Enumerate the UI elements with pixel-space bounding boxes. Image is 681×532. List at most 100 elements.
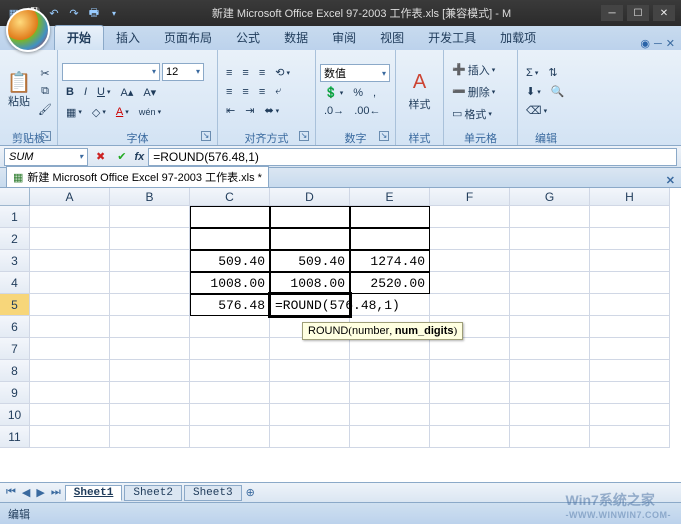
- cell[interactable]: [190, 316, 270, 338]
- undo-icon[interactable]: ↶: [46, 5, 62, 21]
- name-box[interactable]: SUM▾: [4, 148, 88, 166]
- phonetic-button[interactable]: wén▾: [135, 105, 165, 119]
- delete-cells-button[interactable]: ➖删除▾: [448, 82, 513, 102]
- fx-icon[interactable]: fx: [134, 151, 144, 163]
- cell[interactable]: [30, 360, 110, 382]
- cell[interactable]: [190, 206, 270, 228]
- enter-formula-icon[interactable]: ✔: [113, 148, 130, 165]
- column-header[interactable]: A: [30, 188, 110, 206]
- cell[interactable]: =ROUND(576.48,1): [270, 294, 350, 316]
- cell[interactable]: [110, 338, 190, 360]
- orientation-button[interactable]: ⟲▾: [271, 64, 294, 81]
- cell[interactable]: [430, 404, 510, 426]
- cell[interactable]: [590, 426, 670, 448]
- cell[interactable]: [510, 294, 590, 316]
- minimize-button[interactable]: ─: [601, 5, 623, 21]
- close-button[interactable]: ✕: [653, 5, 675, 21]
- cell[interactable]: [30, 228, 110, 250]
- bold-button[interactable]: B: [62, 84, 78, 100]
- cell[interactable]: [510, 272, 590, 294]
- shrink-font-button[interactable]: A▾: [139, 84, 160, 101]
- sheet-tab-3[interactable]: Sheet3: [184, 485, 242, 501]
- increase-indent-button[interactable]: ⇥: [241, 102, 258, 119]
- number-dialog-launcher[interactable]: ↘: [379, 131, 389, 141]
- accounting-format-button[interactable]: 💲▾: [320, 84, 347, 101]
- align-middle-button[interactable]: ≡: [238, 65, 252, 81]
- cell[interactable]: [30, 338, 110, 360]
- sheet-nav-prev-icon[interactable]: ◀: [20, 486, 32, 499]
- column-header[interactable]: F: [430, 188, 510, 206]
- align-right-button[interactable]: ≡: [255, 84, 269, 100]
- cell[interactable]: [430, 338, 510, 360]
- cell[interactable]: [590, 228, 670, 250]
- cell[interactable]: [590, 360, 670, 382]
- cell[interactable]: [430, 426, 510, 448]
- maximize-button[interactable]: ☐: [627, 5, 649, 21]
- format-cells-button[interactable]: ▭格式▾: [448, 104, 513, 124]
- row-header[interactable]: 7: [0, 338, 30, 360]
- tab-layout[interactable]: 页面布局: [152, 26, 224, 50]
- cell[interactable]: [110, 272, 190, 294]
- row-header[interactable]: 3: [0, 250, 30, 272]
- row-header[interactable]: 4: [0, 272, 30, 294]
- cell[interactable]: [430, 382, 510, 404]
- cell[interactable]: [350, 206, 430, 228]
- underline-button[interactable]: U▾: [93, 84, 114, 100]
- row-header[interactable]: 10: [0, 404, 30, 426]
- tab-addins[interactable]: 加载项: [488, 26, 548, 50]
- cell[interactable]: [270, 404, 350, 426]
- cell[interactable]: [350, 382, 430, 404]
- cell[interactable]: [30, 206, 110, 228]
- sheet-nav-last-icon[interactable]: ⏭: [49, 486, 63, 499]
- percent-button[interactable]: %: [349, 85, 367, 101]
- tab-formulas[interactable]: 公式: [224, 26, 272, 50]
- cell[interactable]: [30, 316, 110, 338]
- cell[interactable]: [590, 272, 670, 294]
- cell[interactable]: [510, 316, 590, 338]
- cell[interactable]: [430, 250, 510, 272]
- cell[interactable]: [590, 382, 670, 404]
- font-size-combo[interactable]: 12▾: [162, 63, 204, 81]
- cut-icon[interactable]: ✂: [37, 66, 53, 82]
- row-header[interactable]: 5: [0, 294, 30, 316]
- sheet-tab-1[interactable]: Sheet1: [65, 485, 123, 501]
- copy-icon[interactable]: ⧉: [37, 84, 53, 100]
- cell[interactable]: [350, 228, 430, 250]
- office-button[interactable]: [6, 8, 50, 52]
- doc-close-icon[interactable]: ✕: [666, 37, 675, 50]
- styles-button[interactable]: A 样式: [400, 53, 439, 130]
- cell[interactable]: 2520.00: [350, 272, 430, 294]
- cell[interactable]: [510, 360, 590, 382]
- cell[interactable]: [510, 228, 590, 250]
- column-header[interactable]: G: [510, 188, 590, 206]
- font-family-combo[interactable]: ▾: [62, 63, 160, 81]
- wrap-text-button[interactable]: ⤶: [271, 83, 285, 100]
- cell[interactable]: [430, 206, 510, 228]
- cell[interactable]: [190, 360, 270, 382]
- autosum-button[interactable]: Σ▾: [522, 65, 542, 81]
- cell[interactable]: 509.40: [190, 250, 270, 272]
- number-format-combo[interactable]: 数值▾: [320, 64, 390, 82]
- insert-cells-button[interactable]: ➕插入▾: [448, 60, 513, 80]
- cell[interactable]: [110, 426, 190, 448]
- grow-font-button[interactable]: A▴: [116, 84, 137, 101]
- decrease-decimal-button[interactable]: .00←: [350, 103, 384, 119]
- print-icon[interactable]: 🖶: [86, 5, 102, 21]
- cell[interactable]: [350, 360, 430, 382]
- column-header[interactable]: D: [270, 188, 350, 206]
- row-header[interactable]: 8: [0, 360, 30, 382]
- tab-view[interactable]: 视图: [368, 26, 416, 50]
- cell[interactable]: [270, 382, 350, 404]
- cell[interactable]: [110, 360, 190, 382]
- sheet-nav-first-icon[interactable]: ⏮: [4, 486, 18, 499]
- cell[interactable]: [590, 294, 670, 316]
- cell[interactable]: [590, 316, 670, 338]
- align-top-button[interactable]: ≡: [222, 65, 236, 81]
- ribbon-minimize-icon[interactable]: ─: [654, 38, 662, 50]
- cell[interactable]: [190, 382, 270, 404]
- align-left-button[interactable]: ≡: [222, 84, 236, 100]
- cell[interactable]: [510, 338, 590, 360]
- align-dialog-launcher[interactable]: ↘: [299, 131, 309, 141]
- cell[interactable]: [110, 206, 190, 228]
- cancel-formula-icon[interactable]: ✖: [92, 148, 109, 165]
